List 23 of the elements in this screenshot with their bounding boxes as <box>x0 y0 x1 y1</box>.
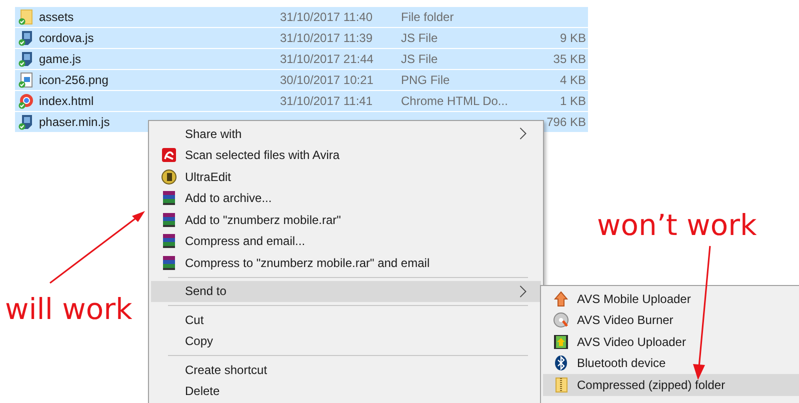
file-name: icon-256.png <box>38 73 110 87</box>
file-date: 31/10/2017 11:39 <box>280 31 373 45</box>
file-size: 4 KB <box>560 73 586 87</box>
file-date: 31/10/2017 21:44 <box>280 52 374 66</box>
file-size: 1 KB <box>560 94 586 108</box>
file-size: 9 KB <box>560 31 586 45</box>
file-type: JS File <box>401 52 438 66</box>
file-type: PNG File <box>401 73 450 87</box>
file-type: File folder <box>401 10 454 24</box>
file-type: JS File <box>401 31 438 45</box>
file-name: game.js <box>38 52 82 66</box>
annotation-text: won’t work <box>597 208 757 242</box>
file-name: index.html <box>38 94 95 108</box>
file-size: 796 KB <box>546 115 586 129</box>
file-date: 31/10/2017 11:41 <box>280 94 373 108</box>
file-date: 30/10/2017 10:21 <box>280 73 374 87</box>
file-name: phaser.min.js <box>38 115 111 129</box>
file-name: assets <box>38 10 75 24</box>
file-date: 31/10/2017 11:40 <box>280 10 373 24</box>
file-size: 35 KB <box>553 52 586 66</box>
file-name: cordova.js <box>38 31 95 45</box>
annotation-text: will work <box>5 292 132 326</box>
file-type: Chrome HTML Do... <box>401 94 508 108</box>
